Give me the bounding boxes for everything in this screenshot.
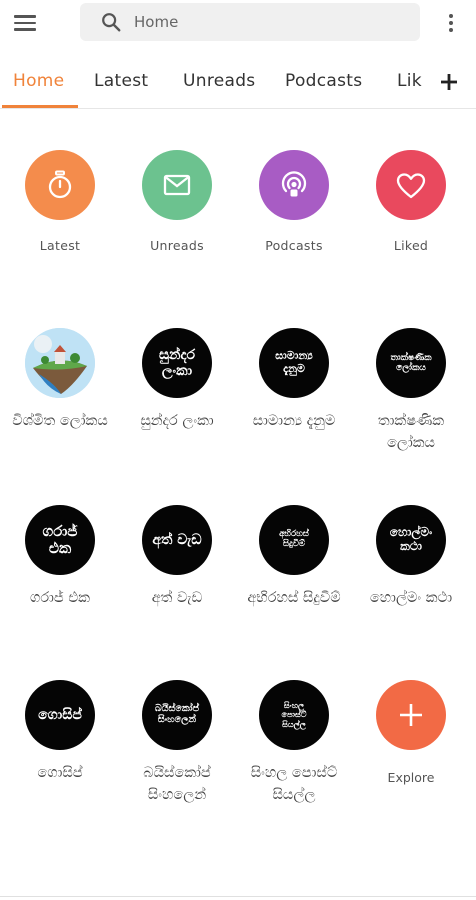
channel-logo: අභිරහස් සිදුවීම් xyxy=(259,505,329,575)
channel-logo: සුන්දර ලංකා xyxy=(142,328,212,398)
logo-text: තාක්ෂණික xyxy=(390,352,432,363)
logo-text: ලංකා xyxy=(161,363,193,379)
quick-latest-label: Latest xyxy=(39,238,81,253)
envelope-icon xyxy=(163,174,191,196)
quick-latest-button[interactable]: Latest xyxy=(15,150,105,253)
channel-name: අභිරහස් සිදුවීම් xyxy=(247,590,341,606)
podcast-icon xyxy=(281,171,307,197)
quick-unreads-label: Unreads xyxy=(150,238,204,253)
quick-unreads-button[interactable]: Unreads xyxy=(132,150,222,253)
channel-item[interactable]: අභිරහස් සිදුවීම් අභිරහස් සිදුවීම් xyxy=(239,505,349,609)
logo-text: සිදුවීම් xyxy=(282,539,306,549)
channel-item[interactable]: ගොසිප් ගොසිප් xyxy=(5,680,115,784)
liked-circle xyxy=(376,150,446,220)
channel-logo xyxy=(25,328,95,398)
channel-item[interactable]: බයිස්කෝප් සිංහලෙන් බයිස්කෝප් සිංහලෙන් xyxy=(122,680,232,807)
logo-text: සියල්ල xyxy=(282,719,306,729)
channel-item[interactable]: සාමාන්‍ය දැනුම සාමාන්‍ය දැනුම xyxy=(239,328,349,432)
explore-circle xyxy=(376,680,446,750)
channel-name: හොල්මං කථා xyxy=(369,590,453,606)
channel-name: සුන්දර ලංකා xyxy=(140,413,214,429)
channel-logo: ගරාජ් එක xyxy=(25,505,95,575)
channel-item[interactable]: විශ්මිත ලෝකය xyxy=(5,328,115,432)
channel-logo: හොල්මං කථා xyxy=(376,505,446,575)
floating-island-image xyxy=(25,328,95,398)
top-bar xyxy=(0,0,476,46)
logo-text: පොස්ට් xyxy=(281,710,307,720)
logo-text: කථා xyxy=(400,539,422,553)
podcasts-circle xyxy=(259,150,329,220)
bottom-divider xyxy=(0,896,476,897)
channel-name: ගරාජ් එක xyxy=(30,590,90,606)
logo-text: සිංහලෙන් xyxy=(157,714,197,725)
channel-item[interactable]: ගරාජ් එක ගරාජ් එක xyxy=(5,505,115,609)
logo-text: සුන්දර xyxy=(158,346,196,363)
channel-name: සාමාන්‍ය දැනුම xyxy=(252,413,336,429)
tab-podcasts[interactable]: Podcasts xyxy=(285,71,362,91)
tab-divider xyxy=(0,108,476,109)
quick-podcasts-button[interactable]: Podcasts xyxy=(249,150,339,253)
channel-name: අත් වැඩ xyxy=(151,590,203,606)
channel-name: තාක්ෂණික ලෝකය xyxy=(377,413,445,452)
channel-logo: සාමාන්‍ය දැනුම xyxy=(259,328,329,398)
channel-item[interactable]: හොල්මං කථා හොල්මං කථා xyxy=(356,505,466,609)
more-options-icon[interactable] xyxy=(440,10,462,36)
channel-name: බයිස්කෝප් සිංහලෙන් xyxy=(143,765,211,804)
logo-text: එක xyxy=(48,539,72,557)
channel-logo: බයිස්කෝප් සිංහලෙන් xyxy=(142,680,212,750)
quick-liked-button[interactable]: Liked xyxy=(366,150,456,253)
tab-latest[interactable]: Latest xyxy=(94,71,148,91)
stopwatch-icon xyxy=(48,170,72,199)
heart-icon xyxy=(396,172,426,198)
explore-button[interactable]: Explore xyxy=(356,680,466,785)
channel-logo: ගොසිප් xyxy=(25,680,95,750)
explore-label: Explore xyxy=(387,770,435,785)
quick-liked-label: Liked xyxy=(393,238,429,253)
channel-item[interactable]: සිංහල පොස්ට් සියල්ල සිංහල පොස්ට් සියල්ල xyxy=(239,680,349,807)
search-bar[interactable] xyxy=(80,3,420,41)
channel-item[interactable]: තාක්ෂණික ලෝකය තාක්ෂණික ලෝකය xyxy=(356,328,466,455)
channel-logo: තාක්ෂණික ලෝකය xyxy=(376,328,446,398)
plus-icon xyxy=(400,704,422,726)
logo-text: හොල්මං xyxy=(389,525,433,540)
channel-name: ගොසිප් xyxy=(37,765,83,781)
logo-text: ලෝකය xyxy=(396,363,426,373)
channel-item[interactable]: සුන්දර ලංකා සුන්දර ලංකා xyxy=(122,328,232,432)
channel-logo: අත් වැඩ xyxy=(142,505,212,575)
channel-name: සිංහල පොස්ට් සියල්ල xyxy=(250,765,338,804)
tab-bar: Home Latest Unreads Podcasts Lik xyxy=(0,58,476,108)
tab-liked[interactable]: Lik xyxy=(397,71,422,91)
logo-text: අත් වැඩ xyxy=(152,531,202,548)
search-icon xyxy=(102,13,121,32)
quick-podcasts-label: Podcasts xyxy=(265,238,323,253)
search-input[interactable] xyxy=(134,13,384,31)
logo-text: ගරාජ් xyxy=(42,521,78,540)
channel-item[interactable]: අත් වැඩ අත් වැඩ xyxy=(122,505,232,609)
tab-unreads[interactable]: Unreads xyxy=(183,71,255,91)
plus-icon xyxy=(441,74,457,90)
channel-name: විශ්මිත ලෝකය xyxy=(12,413,108,429)
latest-circle xyxy=(25,150,95,220)
logo-text: ගොසිප් xyxy=(38,706,82,723)
tab-home[interactable]: Home xyxy=(13,71,64,91)
add-tab-button[interactable] xyxy=(432,62,466,102)
logo-text: දැනුම xyxy=(283,362,305,375)
channel-logo: සිංහල පොස්ට් සියල්ල xyxy=(259,680,329,750)
hamburger-menu-icon[interactable] xyxy=(14,10,42,36)
unreads-circle xyxy=(142,150,212,220)
